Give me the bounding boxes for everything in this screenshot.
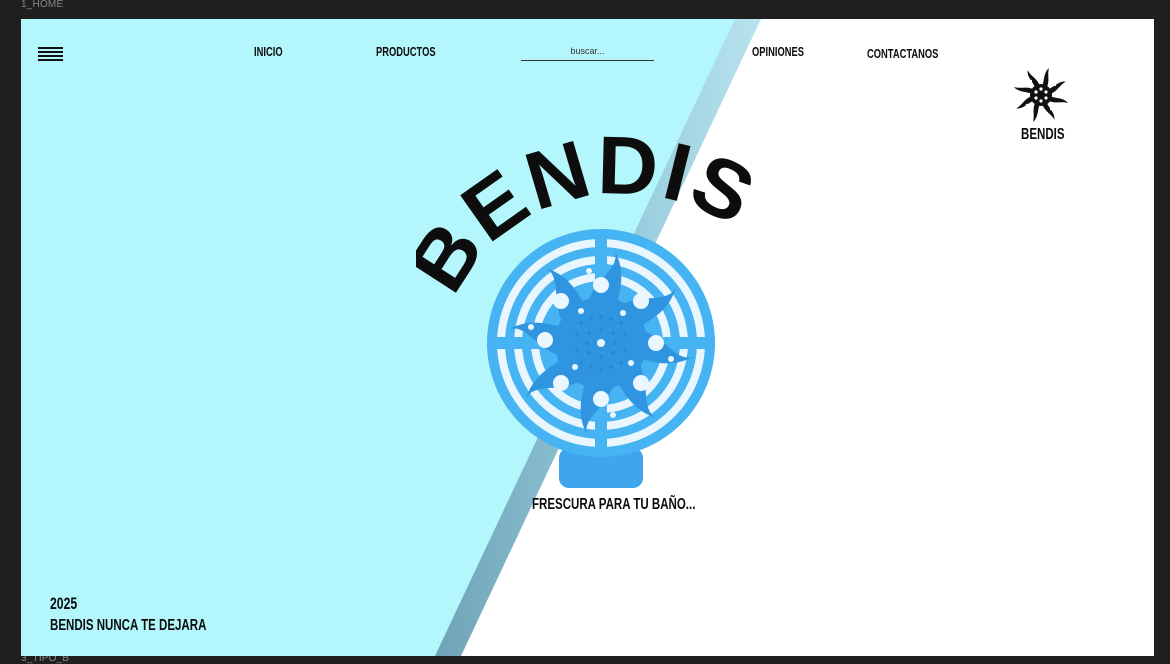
brand-name: BENDIS — [1021, 126, 1081, 144]
nav-productos-label: PRODUCTOS — [376, 44, 436, 59]
home-page-artboard: INICIO PRODUCTOS OPINIONES CONTACTANOS b… — [21, 19, 1154, 656]
search-field[interactable] — [521, 41, 654, 61]
footer-year-text: 2025 — [50, 594, 78, 613]
artboard-label-top: 1_HOME — [21, 0, 64, 10]
nav-productos[interactable]: PRODUCTOS — [376, 44, 459, 59]
brand-logo[interactable] — [1013, 67, 1069, 128]
nav-opiniones-label: OPINIONES — [752, 44, 805, 59]
footer-slogan: BENDIS NUNCA TE DEJARA — [50, 617, 267, 635]
hero-tagline: FRESCURA PARA TU BAÑO... — [532, 496, 759, 514]
footer-year: 2025 — [50, 594, 88, 614]
nav-inicio-label: INICIO — [254, 44, 283, 59]
nav-contactanos-label: CONTACTANOS — [867, 46, 939, 61]
footer-slogan-text: BENDIS NUNCA TE DEJARA — [50, 617, 207, 634]
urinal-screen-product — [487, 229, 715, 488]
nav-inicio[interactable]: INICIO — [254, 44, 294, 59]
hero-tagline-text: FRESCURA PARA TU BAÑO... — [532, 496, 696, 513]
brand-name-text: BENDIS — [1021, 126, 1065, 143]
sun-swirl-logo-icon — [1014, 68, 1068, 122]
nav-contactanos[interactable]: CONTACTANOS — [867, 46, 966, 61]
nav-opiniones[interactable]: OPINIONES — [752, 44, 824, 59]
hamburger-menu-icon[interactable] — [38, 47, 63, 61]
search-input[interactable] — [521, 41, 654, 61]
